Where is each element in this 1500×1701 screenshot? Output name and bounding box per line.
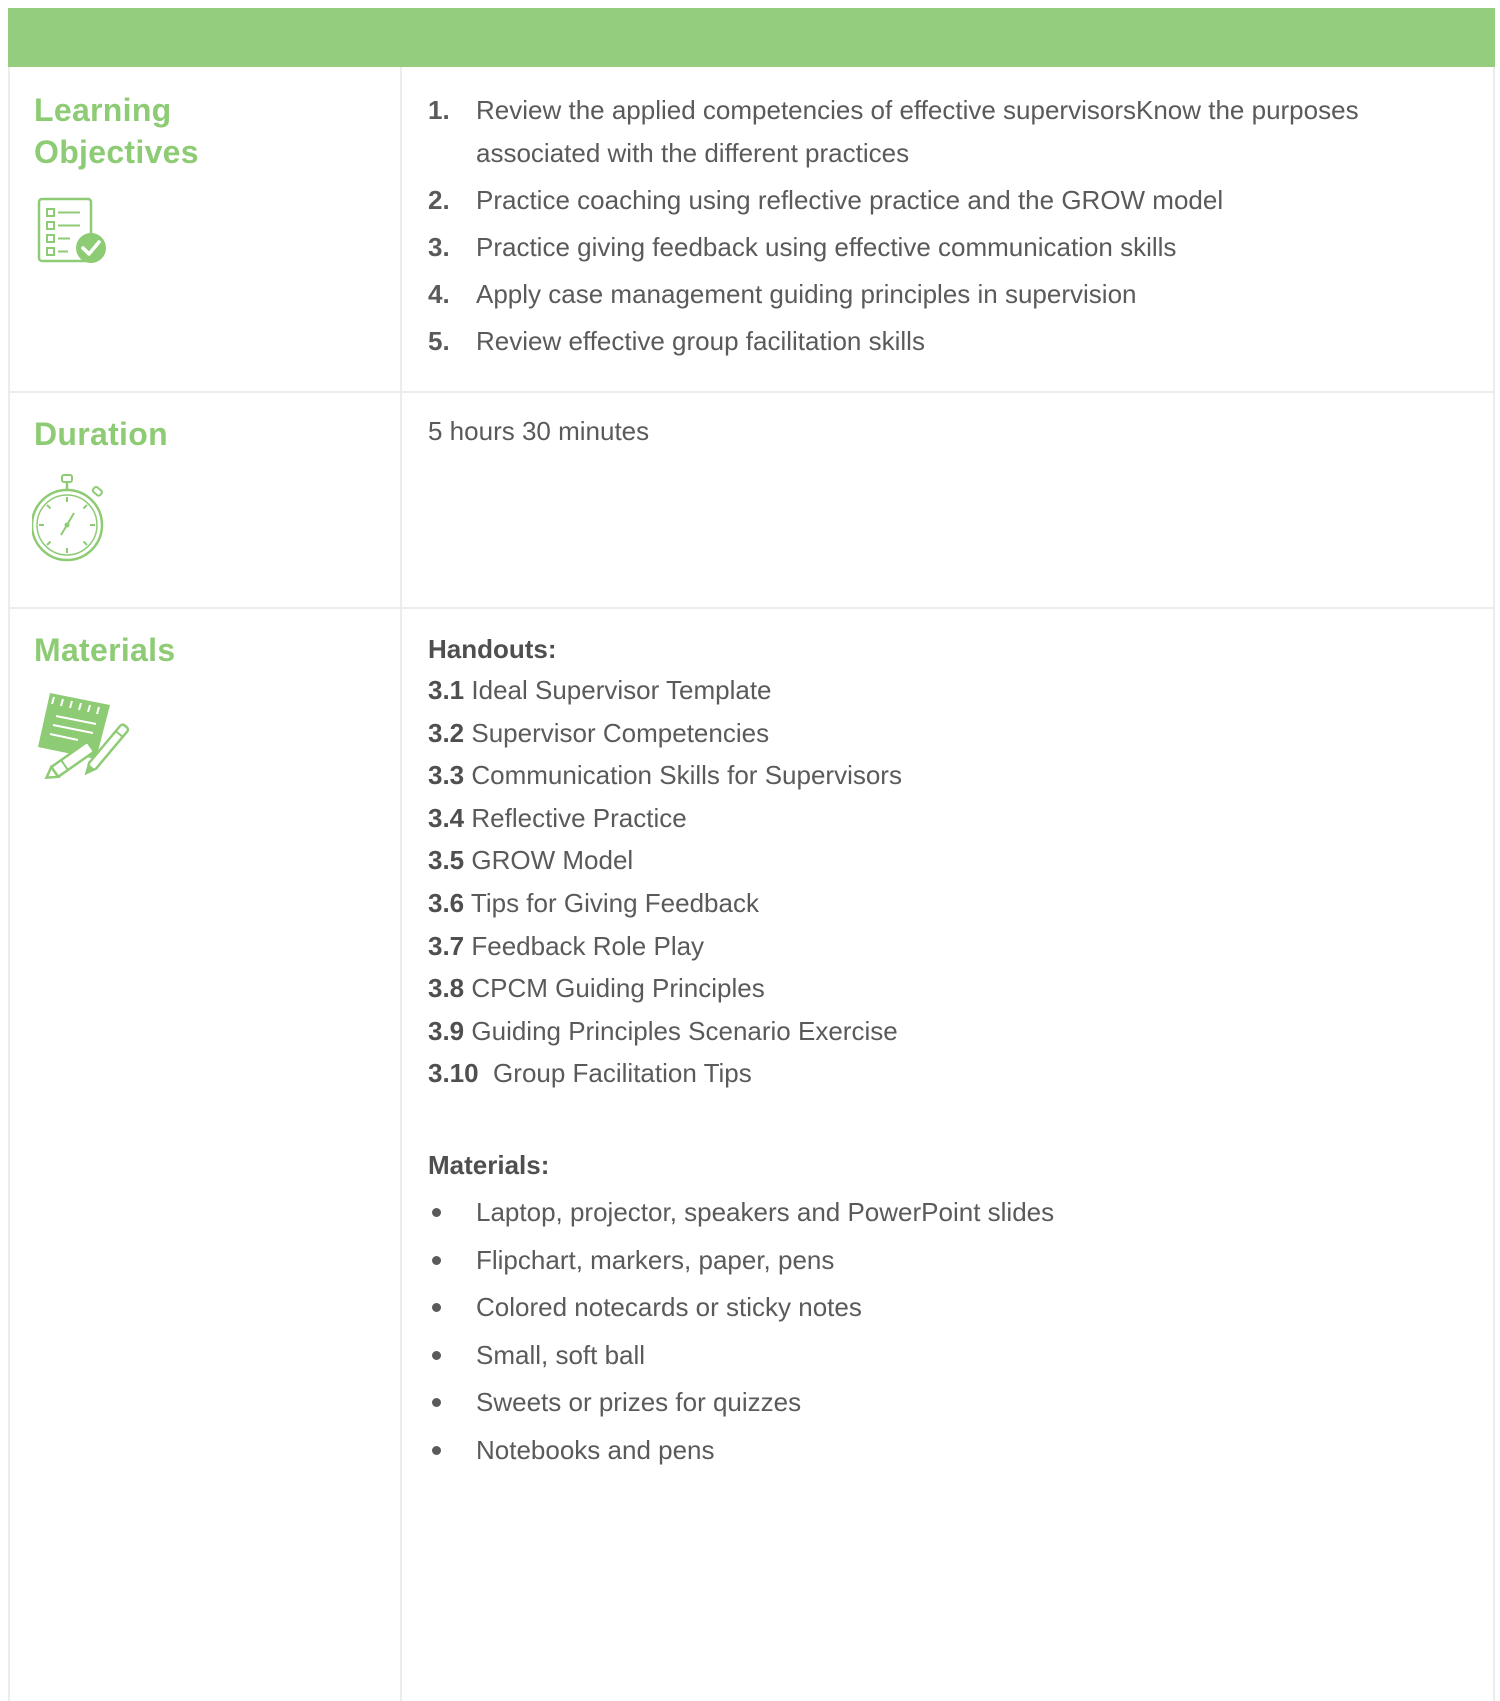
materials-item: Sweets or prizes for quizzes <box>428 1381 1488 1424</box>
handout-item: 3.4 Reflective Practice <box>428 797 1488 840</box>
handout-title: Communication Skills for Supervisors <box>464 760 902 791</box>
bullet-icon <box>432 1255 441 1265</box>
header-bar <box>8 8 1495 67</box>
materials-title: Materials <box>34 632 176 668</box>
handout-number: 3.6 <box>428 887 465 918</box>
materials-heading: Materials: <box>428 1149 550 1180</box>
materials-item-text: Colored notecards or sticky notes <box>476 1292 862 1323</box>
duration-content-cell: 5 hours 30 minutes <box>402 393 1493 607</box>
bullet-icon <box>432 1350 441 1360</box>
objective-number: 2. <box>428 185 450 215</box>
materials-item-text: Laptop, projector, speakers and PowerPoi… <box>476 1196 1055 1227</box>
handout-title: Feedback Role Play <box>464 930 705 961</box>
handout-number: 3.8 <box>428 973 465 1004</box>
materials-item: Notebooks and pens <box>428 1429 1488 1472</box>
handout-title: CPCM Guiding Principles <box>464 973 765 1004</box>
handouts-heading: Handouts: <box>428 634 557 664</box>
objective-item: 4. Apply case management guiding principl… <box>428 273 1488 316</box>
objective-number: 5. <box>428 326 450 356</box>
handout-title: Reflective Practice <box>464 802 687 833</box>
handout-title: Ideal Supervisor Template <box>464 675 772 705</box>
objective-text: Apply case management guiding principles… <box>476 279 1137 309</box>
objective-item: 5. Review effective group facilitation sk… <box>428 320 1488 363</box>
materials-content: Handouts: 3.1 Ideal Supervisor Template 3… <box>428 629 1488 1477</box>
handout-title: Guiding Principles Scenario Exercise <box>464 1015 898 1046</box>
materials-item: Flipchart, markers, paper, pens <box>428 1239 1488 1282</box>
notepad-pencil-icon <box>36 689 136 784</box>
handout-title: Group Facilitation Tips <box>478 1058 752 1089</box>
duration-label-cell: Duration <box>10 393 402 607</box>
materials-item: Small, soft ball <box>428 1334 1488 1377</box>
session-overview-table: Learning Objectives 1. Review the applie… <box>8 67 1495 1701</box>
bullet-icon <box>432 1207 441 1217</box>
materials-label-cell: Materials <box>10 609 402 1701</box>
objective-item: 2. Practice coaching using reflective pra… <box>428 179 1488 222</box>
duration-value: 5 hours 30 minutes <box>428 416 650 446</box>
objectives-list: 1. Review the applied competencies of eff… <box>428 89 1488 367</box>
handout-number: 3.5 <box>428 845 465 876</box>
handout-number: 3.1 <box>428 675 465 705</box>
bullet-icon <box>432 1445 441 1455</box>
materials-row: Materials Handouts: 3.1 Ideal Supervisor… <box>10 609 1493 1701</box>
handout-number: 3.4 <box>428 802 465 833</box>
checklist-icon <box>36 197 108 272</box>
handout-item: 3.9 Guiding Principles Scenario Exercise <box>428 1010 1488 1053</box>
handout-item: 3.8 CPCM Guiding Principles <box>428 967 1488 1010</box>
handout-item: 3.7 Feedback Role Play <box>428 925 1488 968</box>
materials-content-cell: Handouts: 3.1 Ideal Supervisor Template 3… <box>402 609 1493 1701</box>
duration-row: Duration 5 hours 30 minutes <box>10 393 1493 609</box>
objectives-content-cell: 1. Review the applied competencies of eff… <box>402 67 1493 391</box>
objectives-title: Learning Objectives <box>34 92 199 170</box>
materials-item-text: Sweets or prizes for quizzes <box>476 1387 802 1418</box>
materials-item-text: Notebooks and pens <box>476 1434 715 1465</box>
objective-number: 1. <box>428 95 450 125</box>
handout-title: Tips for Giving Feedback <box>464 887 759 918</box>
bullet-icon <box>432 1303 441 1313</box>
handout-item: 3.1 Ideal Supervisor Template <box>428 669 1488 712</box>
objective-item: 1. Review the applied competencies of eff… <box>428 89 1488 175</box>
materials-list: Laptop, projector, speakers and PowerPoi… <box>428 1191 1488 1472</box>
handout-item: 3.10 Group Facilitation Tips <box>428 1052 1488 1095</box>
objective-number: 3. <box>428 232 450 262</box>
bullet-icon <box>432 1398 441 1408</box>
handout-number: 3.9 <box>428 1015 465 1046</box>
objective-text: Practice giving feedback using effective… <box>476 232 1177 262</box>
objectives-label-cell: Learning Objectives <box>10 67 402 391</box>
handout-number: 3.3 <box>428 760 465 791</box>
handout-item: 3.3 Communication Skills for Supervisors <box>428 754 1488 797</box>
handout-number: 3.2 <box>428 717 465 748</box>
objective-text: Review the applied competencies of effec… <box>476 95 1359 168</box>
materials-item-text: Flipchart, markers, paper, pens <box>476 1244 835 1275</box>
duration-title: Duration <box>34 416 168 452</box>
objective-text: Practice coaching using reflective pract… <box>476 185 1224 215</box>
materials-item: Laptop, projector, speakers and PowerPoi… <box>428 1191 1488 1234</box>
materials-item-text: Small, soft ball <box>476 1339 646 1370</box>
handout-item: 3.5 GROW Model <box>428 839 1488 882</box>
handout-item: 3.2 Supervisor Competencies <box>428 712 1488 755</box>
objective-item: 3. Practice giving feedback using effecti… <box>428 226 1488 269</box>
objective-number: 4. <box>428 279 450 309</box>
handout-number: 3.10 <box>428 1058 479 1089</box>
handout-title: Supervisor Competencies <box>464 717 770 748</box>
handout-item: 3.6 Tips for Giving Feedback <box>428 882 1488 925</box>
objective-text: Review effective group facilitation skil… <box>476 326 925 356</box>
handout-title: GROW Model <box>464 845 634 876</box>
handout-number: 3.7 <box>428 930 465 961</box>
materials-item: Colored notecards or sticky notes <box>428 1286 1488 1329</box>
stopwatch-icon <box>30 473 116 568</box>
objectives-row: Learning Objectives 1. Review the applie… <box>10 67 1493 393</box>
handouts-list: 3.1 Ideal Supervisor Template 3.2 Supervi… <box>428 669 1488 1095</box>
